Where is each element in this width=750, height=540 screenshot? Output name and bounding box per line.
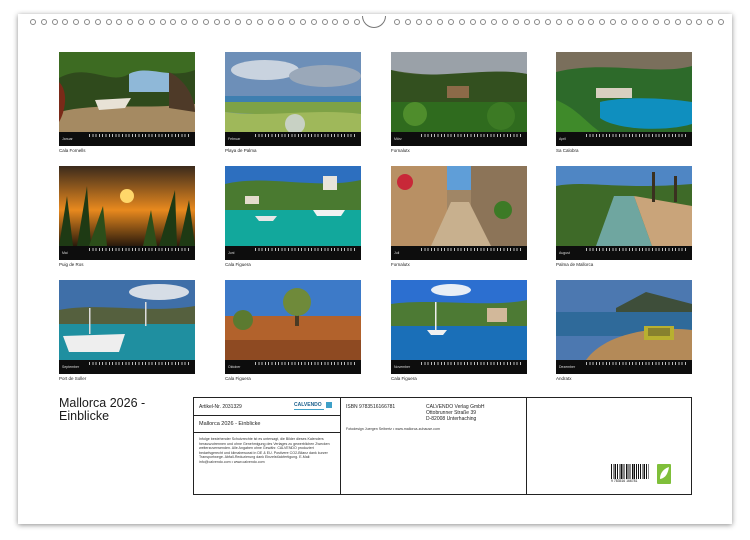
isbn: ISBN 9783516166781 bbox=[346, 404, 396, 410]
info-panel: Artikel-Nr. 2031329 CALVENDO Mallorca 20… bbox=[193, 397, 692, 495]
month-label: Mai bbox=[62, 251, 68, 255]
month-tile[interactable]: Oktober Cala Figuera bbox=[225, 280, 361, 381]
eco-leaf-icon bbox=[657, 464, 671, 484]
month-photo bbox=[225, 280, 361, 360]
wire-binding bbox=[22, 16, 728, 30]
article-number: Artikel-Nr. 2031329 bbox=[199, 404, 242, 410]
hanger-notch bbox=[362, 16, 386, 28]
month-label: März bbox=[394, 137, 402, 141]
info-col-barcode: 9 783516 166781 bbox=[527, 398, 691, 494]
photo-caption: Cala Figuera bbox=[225, 262, 251, 267]
photo-caption: Fornalutx bbox=[391, 262, 410, 267]
month-photo bbox=[391, 166, 527, 246]
month-label: September bbox=[62, 365, 80, 369]
barcode-number: 9 783516 166781 bbox=[611, 479, 638, 483]
photo-caption: Cala Fornells bbox=[59, 148, 86, 153]
month-label: Januar bbox=[62, 137, 73, 141]
month-photo bbox=[391, 280, 527, 360]
month-tile[interactable]: Juni Cala Figuera bbox=[225, 166, 361, 267]
month-photo bbox=[556, 166, 692, 246]
month-photo bbox=[556, 52, 692, 132]
month-tile[interactable]: August Palma de Mallorca bbox=[556, 166, 692, 267]
photo-caption: Palma de Mallorca bbox=[556, 262, 594, 267]
month-tile[interactable]: Dezember Andratx bbox=[556, 280, 692, 381]
photo-caption: Andratx bbox=[556, 376, 572, 381]
product-title: Mallorca 2026 - Einblicke bbox=[199, 421, 261, 427]
month-label: August bbox=[559, 251, 570, 255]
month-label: April bbox=[559, 137, 567, 141]
month-tile[interactable]: Januar Cala Fornells bbox=[59, 52, 195, 153]
photo-caption: Playa de Palma bbox=[225, 148, 257, 153]
info-col-publisher: ISBN 9783516166781 CALVENDO Verlag GmbH … bbox=[341, 398, 527, 494]
month-photo bbox=[556, 280, 692, 360]
month-label: Dezember bbox=[559, 365, 576, 369]
photo-caption: Port de Soller bbox=[59, 376, 87, 381]
month-photo bbox=[225, 166, 361, 246]
calendar-title: Mallorca 2026 - Einblicke bbox=[59, 396, 146, 423]
month-tile[interactable]: Mai Puig de Ros bbox=[59, 166, 195, 267]
photo-credit: Fotodesign Juergen Seibertz • www.mallor… bbox=[346, 427, 440, 431]
month-photo bbox=[59, 166, 195, 246]
month-photo bbox=[59, 280, 195, 360]
calvendo-logo: CALVENDO bbox=[294, 402, 334, 412]
month-tile[interactable]: April Sa Calobra bbox=[556, 52, 692, 153]
publisher-city: D-82008 Unterhaching bbox=[426, 416, 477, 422]
photo-caption: Cala Figuera bbox=[391, 376, 417, 381]
month-photo bbox=[225, 52, 361, 132]
photo-caption: Fornalutx bbox=[391, 148, 410, 153]
info-col-product: Artikel-Nr. 2031329 CALVENDO Mallorca 20… bbox=[194, 398, 341, 494]
month-label: Juli bbox=[394, 251, 400, 255]
month-label: Februar bbox=[228, 137, 241, 141]
photo-caption: Cala Figuera bbox=[225, 376, 251, 381]
binding-holes-left bbox=[30, 19, 360, 27]
month-label: Oktober bbox=[228, 365, 241, 369]
photo-caption: Sa Calobra bbox=[556, 148, 579, 153]
month-tile[interactable]: Februar Playa de Palma bbox=[225, 52, 361, 153]
month-tile[interactable]: September Port de Soller bbox=[59, 280, 195, 381]
month-tile[interactable]: März Fornalutx bbox=[391, 52, 527, 153]
month-label: Juni bbox=[228, 251, 235, 255]
barcode: 9 783516 166781 bbox=[611, 464, 649, 484]
month-photo bbox=[59, 52, 195, 132]
photo-caption: Puig de Ros bbox=[59, 262, 84, 267]
legal-notice: Infolge bestehender Schutzrechte ist es … bbox=[199, 437, 330, 464]
month-label: November bbox=[394, 365, 411, 369]
month-photo bbox=[391, 52, 527, 132]
binding-holes-right bbox=[394, 19, 724, 27]
month-tile[interactable]: Juli Fornalutx bbox=[391, 166, 527, 267]
month-tile[interactable]: November Cala Figuera bbox=[391, 280, 527, 381]
